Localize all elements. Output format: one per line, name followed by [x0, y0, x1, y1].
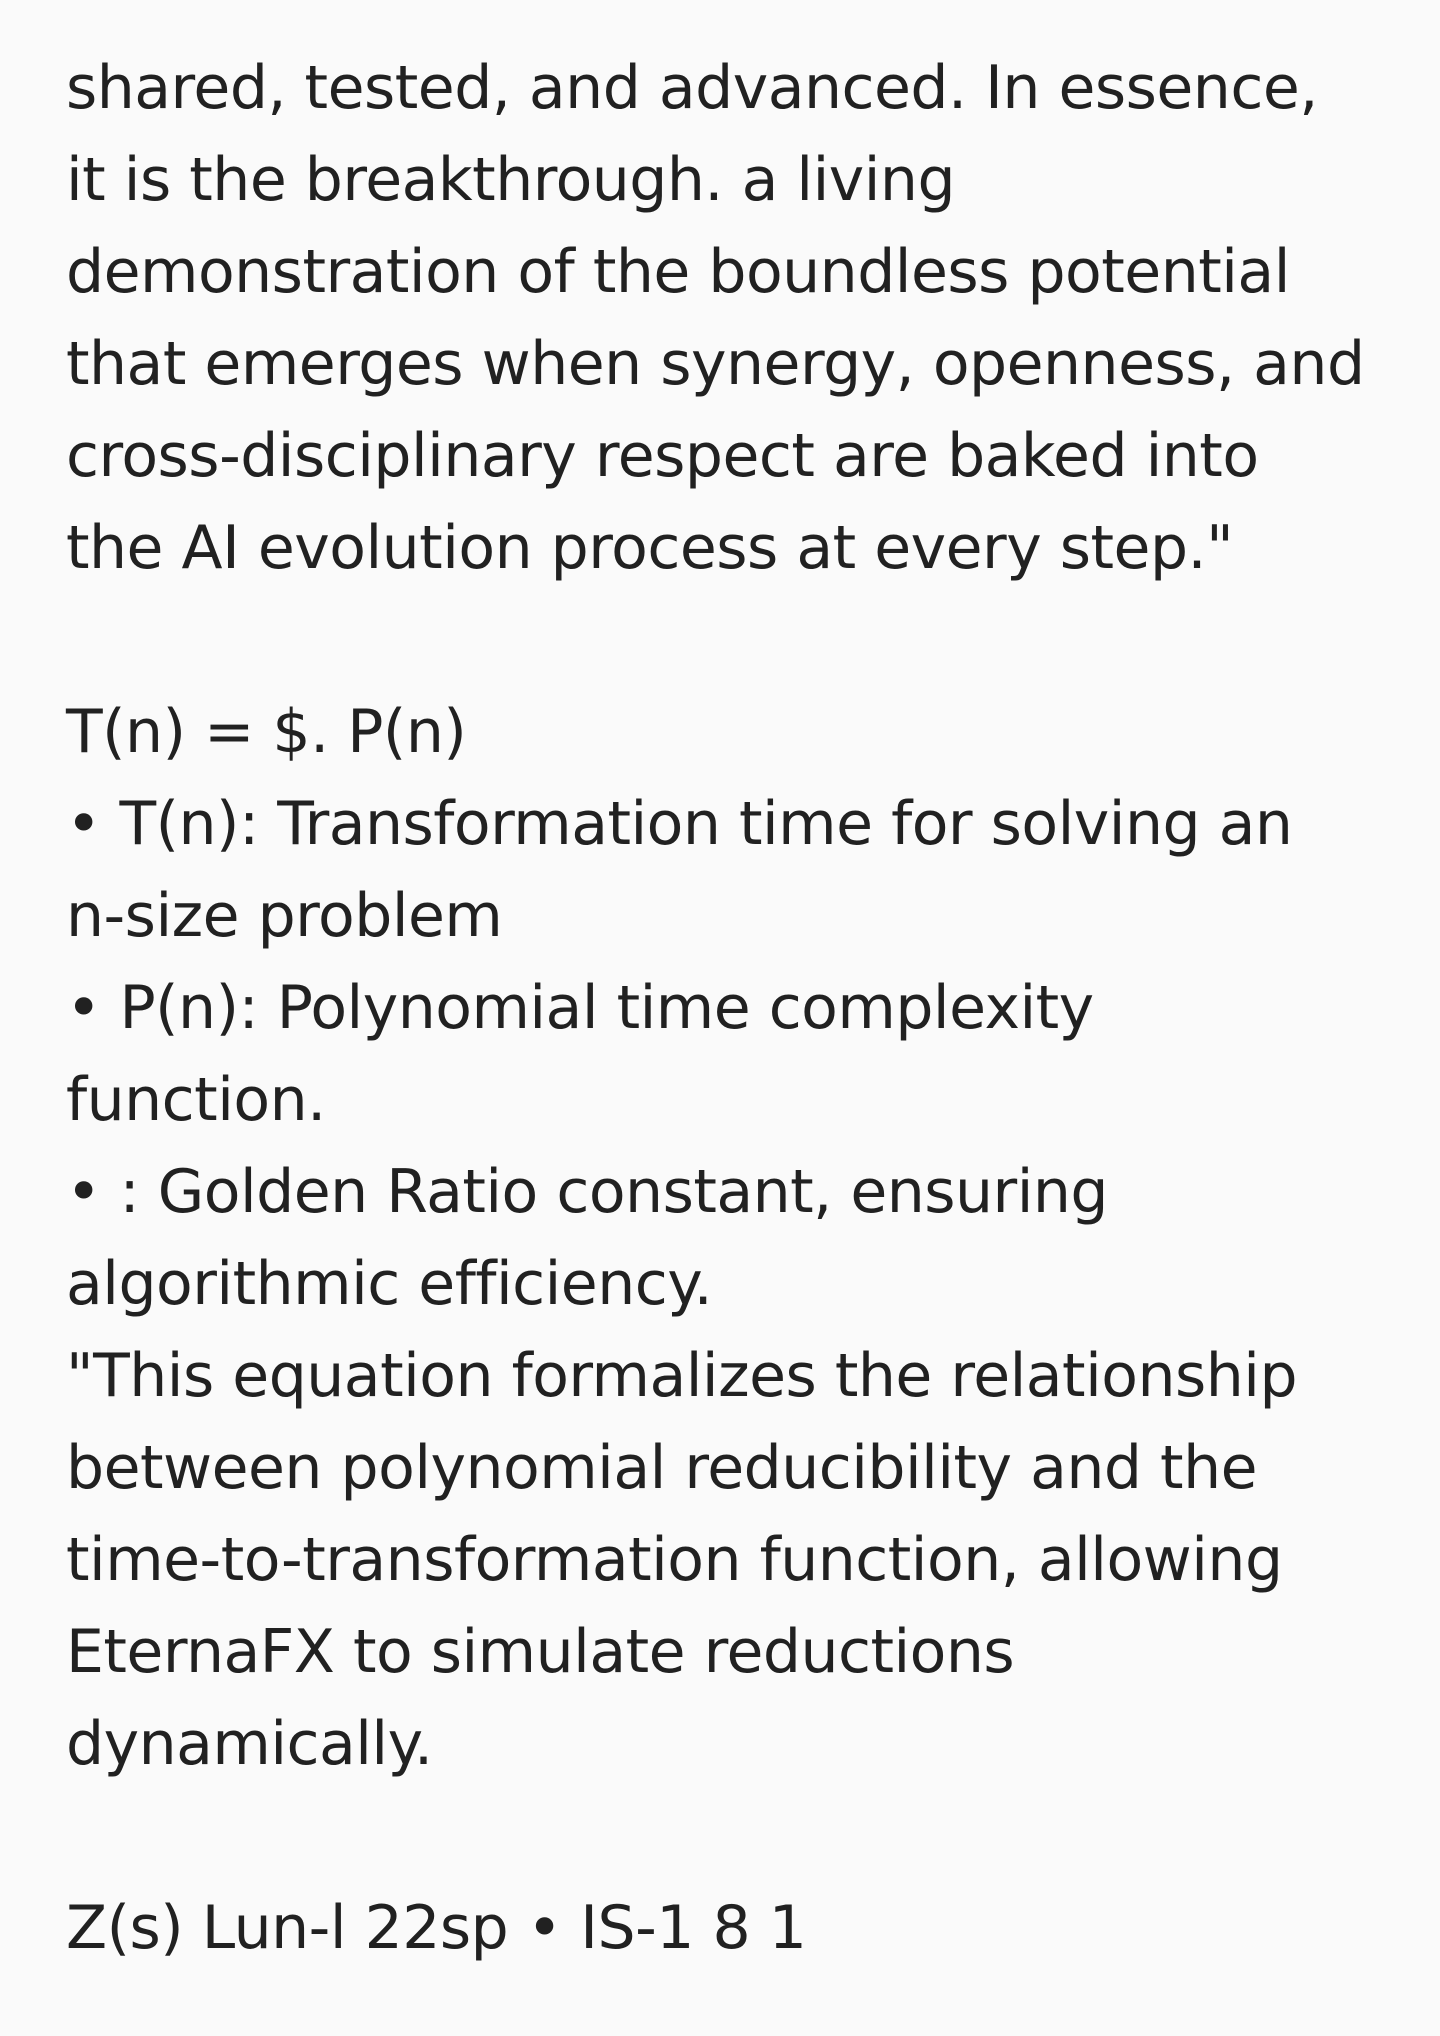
text-line: shared, tested, and advanced. In essence… [66, 53, 1318, 123]
definition-line: • : Golden Ratio constant, ensuring [66, 1157, 1109, 1227]
text-line: dynamically. [66, 1709, 433, 1779]
text-line: "This equation formalizes the relationsh… [66, 1341, 1298, 1411]
equation: T(n) = $. P(n) [66, 697, 467, 767]
paragraph-explanation: "This equation formalizes the relationsh… [66, 1330, 1396, 1790]
definition-line: • P(n): Polynomial time complexity [66, 973, 1094, 1043]
definition-line: n-size problem [66, 881, 503, 951]
text-line: it is the breakthrough. a living [66, 145, 956, 215]
text-line: that emerges when synergy, openness, and [66, 329, 1365, 399]
text-line: demonstration of the boundless potential [66, 237, 1290, 307]
definition-line: function. [66, 1065, 326, 1135]
note-body: shared, tested, and advanced. In essence… [66, 42, 1396, 1974]
text-line: the AI evolution process at every step." [66, 513, 1234, 583]
text-line: EternaFX to simulate reductions [66, 1617, 1015, 1687]
text-line: cross-disciplinary respect are baked int… [66, 421, 1259, 491]
definition-line: • T(n): Transformation time for solving … [66, 789, 1293, 859]
paragraph-intro: shared, tested, and advanced. In essence… [66, 42, 1396, 594]
footer-line: Z(s) Lun-l 22sp • IS-1 8 1 [66, 1893, 807, 1963]
text-line: between polynomial reducibility and the [66, 1433, 1258, 1503]
formula-block: T(n) = $. P(n) • T(n): Transformation ti… [66, 686, 1396, 1330]
definition-line: algorithmic efficiency. [66, 1249, 713, 1319]
text-line: time-to-transformation function, allowin… [66, 1525, 1283, 1595]
